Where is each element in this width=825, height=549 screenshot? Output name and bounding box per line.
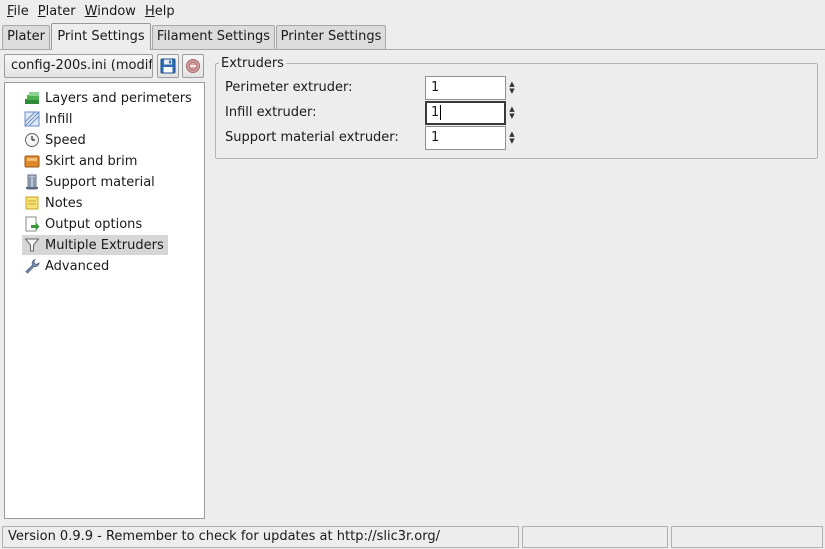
- status-message: Version 0.9.9 - Remember to check for up…: [2, 526, 519, 548]
- delete-preset-button[interactable]: [182, 54, 204, 78]
- menu-plater[interactable]: Plater: [34, 0, 80, 23]
- tree-item-output[interactable]: Output options: [22, 214, 146, 234]
- tree-item-label: Layers and perimeters: [45, 90, 192, 106]
- infill-extruder-stepper[interactable]: ▲ ▼: [507, 101, 517, 125]
- speed-icon: [25, 133, 39, 147]
- save-icon: [160, 58, 176, 74]
- tree-item-layers[interactable]: Layers and perimeters: [22, 88, 196, 108]
- support-icon: [26, 174, 38, 190]
- support-extruder-label: Support material extruder:: [225, 130, 399, 145]
- menubar: File Plater Window Help: [0, 0, 825, 23]
- tree-item-advanced[interactable]: Advanced: [22, 256, 113, 276]
- preset-combo[interactable]: config-200s.ini (modified): [4, 54, 153, 78]
- status-cell-2: [522, 526, 668, 548]
- layers-icon: [25, 92, 39, 104]
- tree-item-speed[interactable]: Speed: [22, 130, 90, 150]
- infill-extruder-label: Infill extruder:: [225, 105, 317, 120]
- perimeter-extruder-stepper[interactable]: ▲ ▼: [507, 76, 517, 100]
- stepper-down-icon[interactable]: ▼: [509, 88, 514, 95]
- support-extruder-stepper[interactable]: ▲ ▼: [507, 126, 517, 150]
- funnel-icon: [24, 238, 40, 252]
- stepper-down-icon[interactable]: ▼: [509, 113, 514, 120]
- perimeter-extruder-label: Perimeter extruder:: [225, 80, 353, 95]
- stepper-down-icon[interactable]: ▼: [509, 138, 514, 145]
- skirt-icon: [24, 155, 40, 168]
- tree-item-label: Skirt and brim: [45, 153, 138, 169]
- tree-item-notes[interactable]: Notes: [22, 193, 87, 213]
- settings-tree: Layers and perimeters Infill Speed Skirt…: [4, 82, 205, 519]
- infill-icon: [24, 111, 40, 127]
- infill-extruder-input[interactable]: 1: [425, 101, 506, 125]
- tree-item-label: Notes: [45, 195, 83, 211]
- tab-print-settings[interactable]: Print Settings: [51, 23, 151, 50]
- status-cell-3: [671, 526, 823, 548]
- save-preset-button[interactable]: [157, 54, 179, 78]
- group-title: Extruders: [219, 56, 286, 71]
- output-icon: [25, 216, 40, 232]
- tab-printer-settings[interactable]: Printer Settings: [276, 25, 386, 49]
- tree-item-label: Infill: [45, 111, 73, 127]
- status-bar: Version 0.9.9 - Remember to check for up…: [0, 525, 825, 549]
- tree-item-label: Advanced: [45, 258, 110, 274]
- tree-item-label: Multiple Extruders: [45, 237, 164, 253]
- menu-window[interactable]: Window: [81, 0, 140, 23]
- menu-help[interactable]: Help: [141, 0, 179, 23]
- tab-bar: Plater Print Settings Filament Settings …: [0, 23, 825, 50]
- tab-plater[interactable]: Plater: [2, 25, 50, 49]
- tab-divider: [151, 49, 825, 50]
- perimeter-extruder-input[interactable]: 1: [425, 76, 506, 100]
- menu-file[interactable]: File: [3, 0, 33, 23]
- tab-filament-settings[interactable]: Filament Settings: [152, 25, 275, 49]
- delete-icon: [186, 59, 200, 73]
- tree-item-support[interactable]: Support material: [22, 172, 159, 192]
- tree-item-multiple-extruders[interactable]: Multiple Extruders: [22, 235, 168, 255]
- tree-item-skirt[interactable]: Skirt and brim: [22, 151, 141, 171]
- tab-divider-left: [0, 49, 51, 50]
- tree-item-label: Speed: [45, 132, 86, 148]
- tree-item-label: Output options: [45, 216, 143, 232]
- notes-icon: [25, 196, 39, 210]
- tree-item-infill[interactable]: Infill: [22, 109, 77, 129]
- support-extruder-input[interactable]: 1: [425, 126, 506, 150]
- wrench-icon: [25, 258, 40, 274]
- tree-item-label: Support material: [45, 174, 155, 190]
